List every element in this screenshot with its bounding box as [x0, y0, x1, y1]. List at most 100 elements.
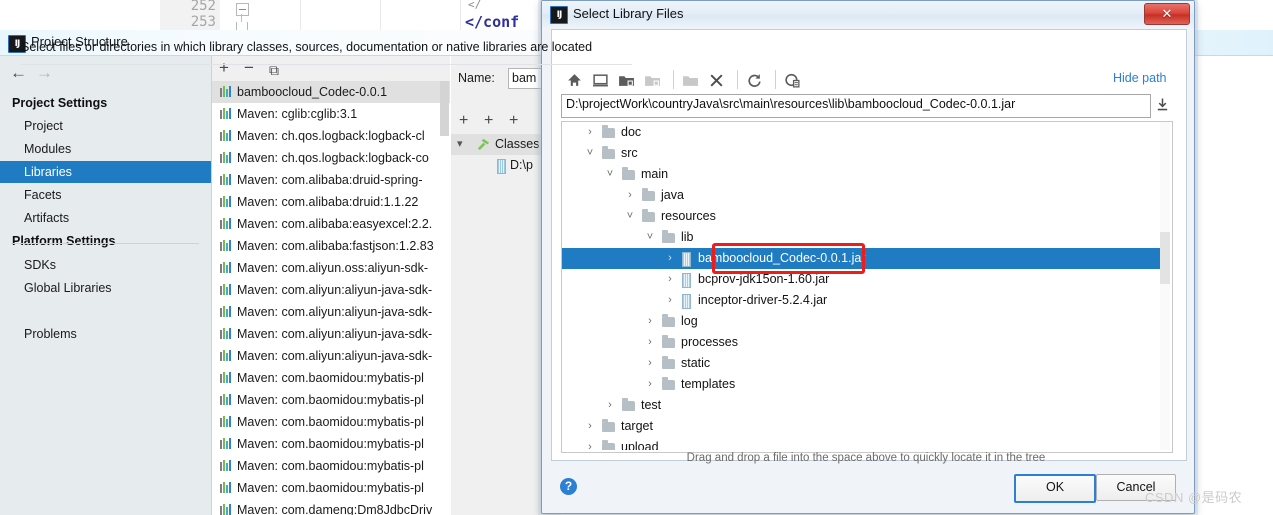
library-list-item[interactable]: Maven: com.baomidou:mybatis-pl: [212, 455, 450, 477]
library-list-item[interactable]: Maven: ch.qos.logback:logback-co: [212, 147, 450, 169]
back-arrow-icon[interactable]: ←: [10, 64, 27, 81]
refresh-icon[interactable]: [746, 72, 763, 89]
library-bars-icon: [220, 262, 232, 273]
library-name-value: bam: [512, 71, 537, 85]
library-list-item[interactable]: Maven: com.baomidou:mybatis-pl: [212, 411, 450, 433]
chevron-right-icon[interactable]: ›: [584, 416, 596, 437]
file-tree[interactable]: › doc ˅ src ˅ main › java ˅ resources ˅ lib › bambooc…: [562, 122, 1160, 450]
hide-path-link[interactable]: Hide path: [1113, 71, 1167, 85]
chevron-right-icon[interactable]: ›: [664, 290, 676, 311]
chevron-down-icon[interactable]: ▾: [457, 137, 463, 150]
tree-row[interactable]: › target: [562, 416, 1160, 437]
folder-icon: [662, 230, 675, 243]
library-list-item[interactable]: Maven: com.alibaba:easyexcel:2.2.: [212, 213, 450, 235]
sidebar-item-problems[interactable]: Problems: [24, 327, 77, 341]
chevron-right-icon[interactable]: ›: [644, 374, 656, 395]
plus-sources-icon[interactable]: +: [509, 112, 518, 130]
libraries-scrollbar-thumb[interactable]: [440, 81, 449, 136]
chevron-down-icon[interactable]: ˅: [624, 206, 636, 227]
tree-row[interactable]: › test: [562, 395, 1160, 416]
tree-row[interactable]: › java: [562, 185, 1160, 206]
editor-column-guide: [380, 0, 381, 32]
project-folder-icon[interactable]: [618, 72, 635, 89]
tree-row[interactable]: › static: [562, 353, 1160, 374]
ok-button[interactable]: OK: [1014, 474, 1096, 503]
code-fold-icon[interactable]: [236, 3, 249, 16]
chevron-right-icon[interactable]: ›: [664, 269, 676, 290]
library-list-item[interactable]: Maven: com.dameng:Dm8JdbcDriv: [212, 499, 450, 515]
tree-row-label: target: [621, 419, 653, 433]
tree-scrollbar-track[interactable]: [1160, 122, 1170, 450]
tree-row[interactable]: › processes: [562, 332, 1160, 353]
tree-row[interactable]: › templates: [562, 374, 1160, 395]
plus-classes-icon[interactable]: +: [484, 112, 493, 130]
sidebar-item-project[interactable]: Project: [24, 119, 63, 133]
editor-column-guide: [460, 0, 461, 32]
library-list-item-label: Maven: com.baomidou:mybatis-pl: [237, 459, 424, 473]
chevron-down-icon[interactable]: ˅: [604, 164, 616, 185]
library-list-item-label: Maven: com.alibaba:druid-spring-: [237, 173, 423, 187]
tree-row[interactable]: ˅ resources: [562, 206, 1160, 227]
tree-row[interactable]: › inceptor-driver-5.2.4.jar: [562, 290, 1160, 311]
chevron-right-icon[interactable]: ›: [604, 395, 616, 416]
tree-row[interactable]: ˅ src: [562, 143, 1160, 164]
library-list-item[interactable]: Maven: com.aliyun:aliyun-java-sdk-: [212, 345, 450, 367]
sidebar-item-artifacts[interactable]: Artifacts: [24, 211, 69, 225]
library-list-item-label: Maven: com.alibaba:fastjson:1.2.83: [237, 239, 434, 253]
editor-code-fragment: </: [468, 0, 482, 11]
library-list-item[interactable]: Maven: com.baomidou:mybatis-pl: [212, 389, 450, 411]
library-list-item[interactable]: Maven: com.baomidou:mybatis-pl: [212, 433, 450, 455]
tree-scrollbar-thumb[interactable]: [1160, 232, 1170, 284]
library-list-item[interactable]: Maven: com.baomidou:mybatis-pl: [212, 477, 450, 499]
tree-row[interactable]: › log: [562, 311, 1160, 332]
tree-row[interactable]: › doc: [562, 122, 1160, 143]
library-list-item-label: Maven: ch.qos.logback:logback-cl: [237, 129, 425, 143]
library-list-item[interactable]: Maven: com.baomidou:mybatis-pl: [212, 367, 450, 389]
library-bars-icon: [220, 306, 232, 317]
library-list-item[interactable]: Maven: com.alibaba:druid-spring-: [212, 169, 450, 191]
sidebar-item-libraries-label: Libraries: [24, 165, 72, 179]
close-icon[interactable]: ✕: [1144, 3, 1190, 25]
library-list-item[interactable]: Maven: com.aliyun:aliyun-java-sdk-: [212, 279, 450, 301]
library-list-item[interactable]: Maven: com.alibaba:fastjson:1.2.83: [212, 235, 450, 257]
download-arrow-icon[interactable]: [1155, 96, 1170, 114]
tree-row[interactable]: ˅ main: [562, 164, 1160, 185]
library-list-item[interactable]: Maven: com.aliyun:aliyun-java-sdk-: [212, 301, 450, 323]
chevron-right-icon[interactable]: ›: [584, 437, 596, 450]
library-list-item[interactable]: Maven: com.aliyun.oss:aliyun-sdk-: [212, 257, 450, 279]
add-library-button[interactable]: +: [219, 59, 229, 76]
tree-row[interactable]: › upload: [562, 437, 1160, 450]
library-list-item[interactable]: Maven: cglib:cglib:3.1: [212, 103, 450, 125]
module-folder-icon: [645, 76, 660, 86]
sidebar-item-modules[interactable]: Modules: [24, 142, 71, 156]
desktop-icon[interactable]: [592, 72, 609, 89]
sidebar-item-facets[interactable]: Facets: [24, 188, 62, 202]
chevron-right-icon[interactable]: ›: [624, 185, 636, 206]
chevron-down-icon[interactable]: ˅: [644, 227, 656, 248]
library-bars-icon: [220, 284, 232, 295]
library-list-item[interactable]: Maven: com.aliyun:aliyun-java-sdk-: [212, 323, 450, 345]
help-icon[interactable]: ?: [560, 478, 577, 495]
chevron-right-icon[interactable]: ›: [584, 122, 596, 143]
new-folder-icon: [683, 76, 698, 86]
folder-icon: [602, 419, 615, 432]
libraries-list[interactable]: bamboocloud_Codec-0.0.1 Maven: cglib:cgli…: [212, 81, 450, 515]
library-list-item[interactable]: bamboocloud_Codec-0.0.1: [212, 81, 450, 103]
home-icon[interactable]: [566, 72, 583, 89]
forward-arrow-icon[interactable]: →: [36, 64, 53, 81]
chevron-right-icon[interactable]: ›: [644, 353, 656, 374]
chevron-right-icon[interactable]: ›: [644, 311, 656, 332]
chevron-down-icon[interactable]: ˅: [584, 143, 596, 164]
remove-library-button[interactable]: −: [244, 59, 254, 76]
show-hidden-icon[interactable]: [784, 72, 801, 89]
chevron-right-icon[interactable]: ›: [644, 332, 656, 353]
chevron-right-icon[interactable]: ›: [664, 248, 676, 269]
library-list-item[interactable]: Maven: com.alibaba:druid:1.1.22: [212, 191, 450, 213]
sidebar-item-global-libraries[interactable]: Global Libraries: [24, 281, 112, 295]
library-list-item[interactable]: Maven: ch.qos.logback:logback-cl: [212, 125, 450, 147]
delete-icon[interactable]: [708, 72, 725, 89]
library-list-item-label: Maven: com.dameng:Dm8JdbcDriv: [237, 503, 433, 515]
add-icon[interactable]: +: [459, 112, 468, 130]
tree-row-label: resources: [661, 209, 716, 223]
sidebar-item-sdks[interactable]: SDKs: [24, 258, 56, 272]
